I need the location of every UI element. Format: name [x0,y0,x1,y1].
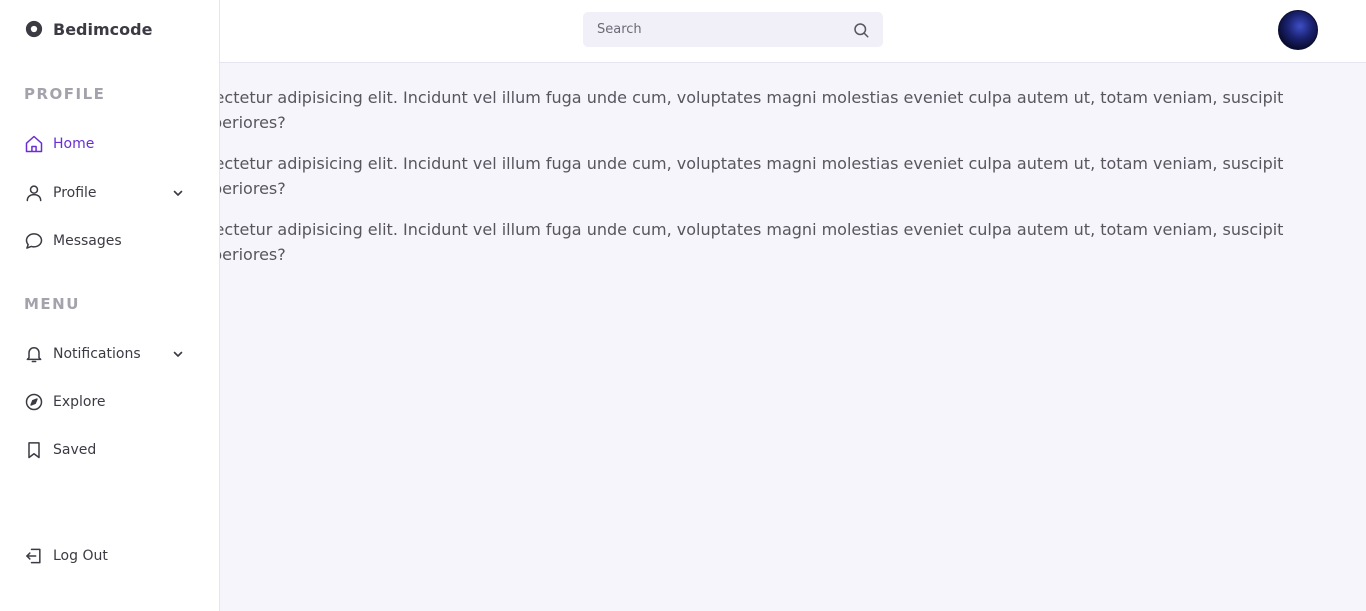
sidebar: Bedimcode PROFILE Home Profile Messages … [0,0,220,611]
search-icon[interactable] [852,21,870,39]
sidebar-item-label: Explore [53,394,106,410]
sidebar-item-label: Home [53,136,95,152]
chevron-down-icon[interactable] [172,348,184,360]
search-input[interactable] [583,12,843,47]
search-bar[interactable] [583,12,883,47]
circle-logo-icon [25,20,43,38]
sidebar-item-explore[interactable]: Explore [24,390,196,414]
sidebar-item-label: Notifications [53,346,141,362]
section-title-profile: PROFILE [24,85,106,103]
logout-icon [26,548,41,564]
sidebar-item-label: Profile [53,185,97,201]
section-title-menu: MENU [24,295,80,313]
content-paragraph: Lorem ipsum dolor sit amet consectetur a… [220,220,1284,264]
bookmark-icon [28,442,40,459]
sidebar-item-messages[interactable]: Messages [24,229,196,253]
user-icon [26,185,42,202]
sidebar-item-label: Messages [53,233,122,249]
bell-icon [26,347,42,363]
logout-label: Log Out [53,548,108,564]
sidebar-item-saved[interactable]: Saved [24,438,196,462]
brand-name: Bedimcode [53,19,153,39]
avatar[interactable] [1278,10,1318,50]
brand[interactable]: Bedimcode [25,18,152,40]
message-icon [25,233,43,249]
sidebar-item-label: Saved [53,442,97,458]
sidebar-item-notifications[interactable]: Notifications [24,342,196,366]
sidebar-item-home[interactable]: Home [24,132,196,156]
chevron-down-icon[interactable] [172,187,184,199]
logout-button[interactable]: Log Out [24,544,196,568]
content-paragraph: Lorem ipsum dolor sit amet consectetur a… [220,88,1284,132]
home-icon [25,135,43,153]
content-paragraph: Lorem ipsum dolor sit amet consectetur a… [220,154,1284,198]
main-content: Lorem ipsum dolor sit amet consectetur a… [220,63,1366,611]
compass-icon [25,393,43,411]
sidebar-item-profile[interactable]: Profile [24,181,196,205]
